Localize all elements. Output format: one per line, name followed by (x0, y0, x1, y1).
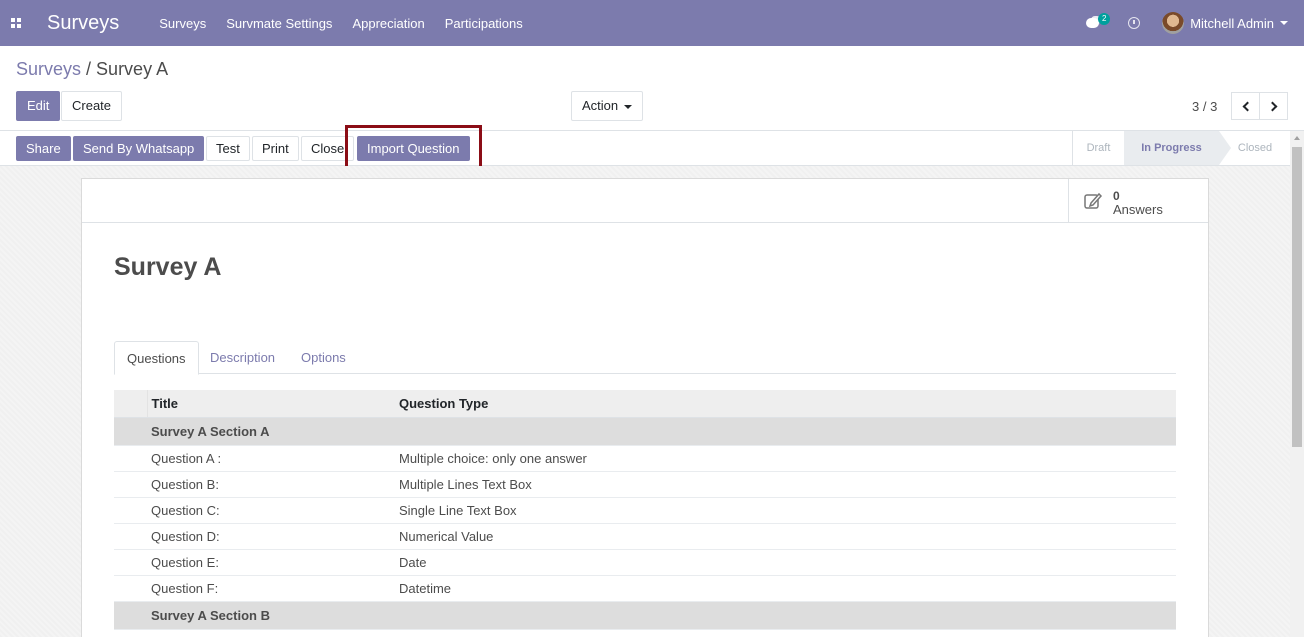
button-box: 0 Answers (82, 179, 1208, 223)
question-type: Multiple Lines Text Box (395, 471, 1176, 498)
section-type (395, 417, 1176, 446)
app-brand[interactable]: Surveys (47, 12, 119, 35)
answers-label: Answers (1113, 202, 1163, 217)
breadcrumb-separator: / (81, 59, 97, 79)
pager-next-button[interactable] (1259, 92, 1288, 120)
pager-previous-button[interactable] (1231, 92, 1260, 120)
vertical-scrollbar[interactable] (1290, 131, 1304, 637)
menu-participations[interactable]: Participations (445, 16, 523, 31)
table-row[interactable]: Question A : Multiple choice: only one a… (114, 445, 1176, 472)
form-sheet: 0 Answers Survey A Questions Description… (81, 178, 1209, 637)
table-row[interactable]: Question C: Single Line Text Box (114, 497, 1176, 524)
row-handle (114, 575, 147, 602)
question-type: Numerical Value (395, 523, 1176, 550)
question-title: Question A : (147, 445, 395, 472)
row-handle (114, 471, 147, 498)
pager-value[interactable]: 3 / 3 (1192, 99, 1217, 114)
print-button[interactable]: Print (252, 136, 299, 161)
test-button[interactable]: Test (206, 136, 250, 161)
question-type: Datetime (395, 575, 1176, 602)
tab-options[interactable]: Options (289, 341, 358, 374)
user-name[interactable]: Mitchell Admin (1190, 16, 1274, 31)
chat-icon[interactable]: 2 (1086, 13, 1111, 33)
chevron-down-icon[interactable] (1280, 21, 1288, 25)
action-dropdown[interactable]: Action (571, 91, 644, 121)
stage-draft[interactable]: Draft (1072, 131, 1124, 165)
notebook-tabs: Questions Description Options (114, 341, 1176, 375)
edit-button[interactable]: Edit (16, 91, 61, 121)
answers-count: 0 (1113, 189, 1120, 203)
share-button[interactable]: Share (16, 136, 71, 161)
section-title: Survey A Section A (147, 417, 395, 446)
clock-icon[interactable] (1128, 17, 1141, 29)
create-button[interactable]: Create (61, 91, 123, 121)
table-row[interactable]: Question F: Datetime (114, 575, 1176, 602)
navbar-systray: 2 Mitchell Admin (1086, 0, 1288, 46)
breadcrumb: Surveys / Survey A (16, 59, 168, 80)
stage-closed[interactable]: Closed (1224, 131, 1286, 165)
scroll-thumb[interactable] (1292, 147, 1302, 447)
chevron-right-icon (1267, 101, 1277, 111)
send-by-whatsapp-button[interactable]: Send By Whatsapp (73, 136, 205, 161)
question-title: Question C: (147, 497, 395, 524)
menu-appreciation[interactable]: Appreciation (352, 16, 424, 31)
column-header-question-type[interactable]: Question Type (395, 390, 1176, 418)
row-handle (114, 497, 147, 524)
question-type: Date (395, 549, 1176, 576)
row-handle (114, 523, 147, 550)
form-statusbar: Share Send By Whatsapp Test Print Close … (0, 130, 1304, 166)
stage-in-progress[interactable]: In Progress (1124, 131, 1231, 165)
caret-down-icon (624, 104, 633, 109)
row-handle (114, 417, 147, 446)
handle-column-header (114, 390, 147, 418)
action-label: Action (582, 98, 619, 113)
top-navbar: Surveys Surveys Survmate Settings Apprec… (0, 0, 1304, 46)
breadcrumb-surveys[interactable]: Surveys (16, 59, 81, 79)
table-row[interactable]: Question D: Numerical Value (114, 523, 1176, 550)
questions-table: Title Question Type Survey A Section A Q… (114, 390, 1176, 630)
question-title: Question F: (147, 575, 395, 602)
tab-questions[interactable]: Questions (114, 341, 199, 375)
chevron-left-icon (1242, 101, 1252, 111)
section-type (395, 601, 1176, 630)
scroll-up-arrow-icon[interactable] (1294, 136, 1300, 140)
row-handle (114, 549, 147, 576)
tab-description[interactable]: Description (198, 341, 287, 374)
row-handle (114, 601, 147, 630)
table-row[interactable]: Question B: Multiple Lines Text Box (114, 471, 1176, 498)
menu-surveys[interactable]: Surveys (159, 16, 206, 31)
chat-count-badge: 2 (1098, 13, 1111, 25)
apps-menu-icon[interactable] (0, 0, 32, 46)
question-title: Question E: (147, 549, 395, 576)
table-section-row[interactable]: Survey A Section B (114, 601, 1176, 630)
question-type: Multiple choice: only one answer (395, 445, 1176, 472)
avatar[interactable] (1162, 12, 1185, 34)
menu-survmate-settings[interactable]: Survmate Settings (226, 16, 332, 31)
breadcrumb-current: Survey A (96, 59, 169, 79)
edit-icon (1084, 192, 1103, 209)
row-handle (114, 445, 147, 472)
question-title: Question D: (147, 523, 395, 550)
table-section-row[interactable]: Survey A Section A (114, 417, 1176, 446)
section-title: Survey A Section B (147, 601, 395, 630)
question-title: Question B: (147, 471, 395, 498)
table-row[interactable]: Question E: Date (114, 549, 1176, 576)
column-header-title[interactable]: Title (146, 390, 395, 418)
table-header-row: Title Question Type (114, 390, 1176, 418)
answers-stat-button[interactable]: 0 Answers (1068, 179, 1208, 223)
question-type: Single Line Text Box (395, 497, 1176, 524)
survey-title: Survey A (114, 253, 222, 281)
